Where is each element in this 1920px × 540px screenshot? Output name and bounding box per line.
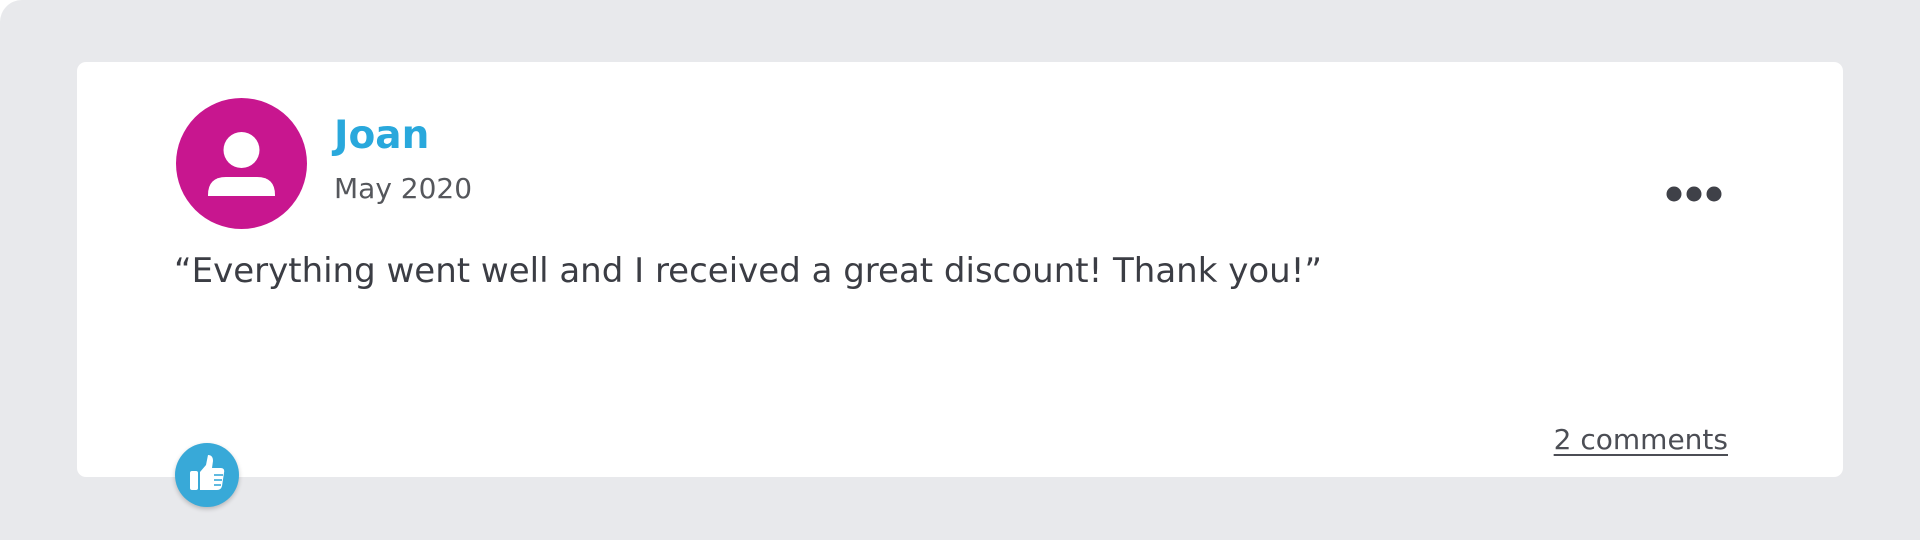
page-background: Joan May 2020 “Everything went well and …	[0, 0, 1920, 540]
more-options-icon	[1666, 186, 1722, 202]
thumbs-up-icon	[190, 455, 225, 490]
user-icon	[208, 132, 275, 196]
author-name: Joan	[334, 113, 430, 158]
avatar	[176, 98, 307, 229]
more-options-button[interactable]	[1665, 182, 1723, 206]
review-card: Joan May 2020 “Everything went well and …	[77, 62, 1843, 477]
post-date: May 2020	[334, 172, 473, 205]
comments-link[interactable]: 2 comments	[1554, 426, 1728, 454]
review-text: “Everything went well and I received a g…	[174, 251, 1322, 291]
like-button[interactable]	[175, 443, 239, 507]
